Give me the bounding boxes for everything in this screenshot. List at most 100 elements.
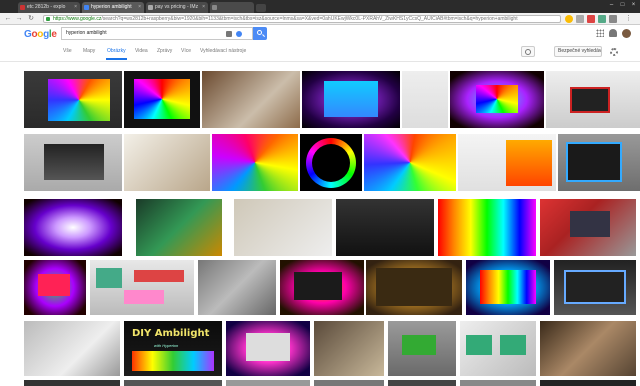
- close-icon[interactable]: ×: [202, 2, 205, 13]
- image-result[interactable]: [364, 134, 456, 191]
- camera-icon[interactable]: [226, 31, 232, 37]
- image-result[interactable]: [460, 321, 536, 376]
- tv-screen: [134, 79, 190, 119]
- image-result[interactable]: [198, 260, 276, 315]
- image-result[interactable]: [540, 321, 636, 376]
- image-result[interactable]: [24, 380, 120, 386]
- settings-button[interactable]: [521, 46, 535, 57]
- tab-more[interactable]: Více: [181, 48, 191, 54]
- search-query: hyperion ambilight: [66, 30, 107, 36]
- image-result[interactable]: [546, 71, 640, 128]
- extension-icon[interactable]: [576, 15, 584, 23]
- wiring-diagram-label: [124, 290, 164, 304]
- close-window-icon[interactable]: ×: [629, 1, 638, 10]
- logo-letter: e: [51, 29, 57, 40]
- tv-screen: [38, 274, 70, 296]
- tab-favicon-icon: [84, 5, 89, 10]
- tv-screen: [246, 333, 290, 361]
- gear-icon[interactable]: [610, 48, 618, 56]
- back-arrow-icon[interactable]: ←: [3, 14, 13, 24]
- image-result[interactable]: [388, 321, 456, 376]
- extension-icon[interactable]: [598, 15, 606, 23]
- tab-search-tools[interactable]: Vyhledávací nástroje: [200, 48, 246, 54]
- image-result[interactable]: [366, 260, 462, 315]
- image-result[interactable]: [124, 380, 222, 386]
- browser-tab-3[interactable]: pay vs pricing - IMz ×: [146, 2, 208, 13]
- image-result[interactable]: [24, 260, 86, 315]
- image-result[interactable]: [124, 71, 200, 128]
- image-result[interactable]: [202, 71, 300, 128]
- address-bar[interactable]: https://www.google.cz/search?q=ws2812b+r…: [43, 15, 561, 23]
- image-result[interactable]: [24, 71, 122, 128]
- image-result[interactable]: [302, 71, 400, 128]
- tab-videos[interactable]: Videa: [135, 48, 148, 54]
- image-result[interactable]: [280, 260, 364, 315]
- forward-arrow-icon[interactable]: →: [14, 14, 24, 24]
- tv-screen: [324, 81, 378, 117]
- avatar[interactable]: [622, 29, 631, 38]
- image-result[interactable]: [314, 380, 384, 386]
- image-result[interactable]: [24, 321, 120, 376]
- microphone-icon[interactable]: [236, 31, 242, 37]
- image-result[interactable]: [136, 199, 222, 256]
- google-logo[interactable]: Google: [24, 29, 57, 40]
- extension-icon[interactable]: [587, 15, 595, 23]
- tab-images[interactable]: Obrázky: [106, 48, 127, 60]
- image-result[interactable]: [24, 199, 122, 256]
- screenshot-panel: [506, 140, 552, 186]
- safesearch-dropdown[interactable]: Bezpečné vyhledávání ▾: [554, 46, 602, 57]
- diy-ambilight-subtitle: with Hyperion: [154, 343, 179, 348]
- browser-tab-2[interactable]: hyperion ambilight ×: [82, 2, 144, 13]
- image-result[interactable]: [314, 321, 384, 376]
- image-result[interactable]: [234, 199, 332, 256]
- browser-tab-bar: etc 2812b - explo × hyperion ambilight ×…: [0, 0, 640, 13]
- tab-favicon-icon: [148, 5, 153, 10]
- close-icon[interactable]: ×: [138, 2, 141, 13]
- tab-news[interactable]: Zprávy: [157, 48, 172, 54]
- image-result[interactable]: [540, 380, 636, 386]
- hyperion-logo-center: [312, 144, 350, 182]
- image-result[interactable]: [336, 199, 434, 256]
- image-result[interactable]: [226, 380, 310, 386]
- image-result[interactable]: [226, 321, 310, 376]
- extension-icon[interactable]: [609, 15, 617, 23]
- image-result[interactable]: [300, 134, 362, 191]
- search-button[interactable]: [253, 27, 267, 40]
- image-result[interactable]: [558, 134, 640, 191]
- new-tab-button[interactable]: [256, 4, 266, 12]
- tab-label: hyperion ambilight: [91, 4, 132, 10]
- image-result[interactable]: DIY Ambilight with Hyperion: [124, 321, 222, 376]
- tab-all[interactable]: Vše: [63, 48, 72, 54]
- image-result[interactable]: [438, 199, 536, 256]
- browser-tab-1[interactable]: etc 2812b - explo ×: [18, 2, 80, 13]
- tab-label: etc 2812b - explo: [27, 4, 66, 10]
- image-result[interactable]: [402, 71, 448, 128]
- image-result[interactable]: [460, 380, 536, 386]
- minimize-icon[interactable]: –: [607, 1, 616, 10]
- wiring-diagram-board: [96, 268, 122, 288]
- tv-screen: [476, 85, 518, 113]
- image-result[interactable]: [388, 380, 456, 386]
- tab-maps[interactable]: Mapy: [83, 48, 95, 54]
- close-icon[interactable]: ×: [74, 2, 77, 13]
- search-input[interactable]: hyperion ambilight: [61, 27, 253, 40]
- image-result[interactable]: [450, 71, 544, 128]
- apps-grid-icon[interactable]: [596, 29, 604, 37]
- image-result[interactable]: [212, 134, 298, 191]
- reload-icon[interactable]: ↻: [26, 14, 36, 24]
- image-result[interactable]: [124, 134, 210, 191]
- raspberry-board: [466, 335, 492, 355]
- browser-tab-4[interactable]: [210, 2, 254, 13]
- image-result[interactable]: [466, 260, 550, 315]
- image-result[interactable]: [554, 260, 636, 315]
- rainbow-swirl: [48, 79, 110, 121]
- image-result[interactable]: [90, 260, 194, 315]
- image-result[interactable]: [540, 199, 636, 256]
- image-result[interactable]: [24, 134, 122, 191]
- notifications-icon[interactable]: [609, 29, 617, 37]
- tab-favicon-icon: [20, 5, 25, 10]
- menu-icon[interactable]: ⋮: [625, 15, 632, 23]
- image-result[interactable]: [458, 134, 556, 191]
- maximize-icon[interactable]: □: [618, 1, 627, 10]
- bookmark-star-icon[interactable]: [565, 15, 573, 23]
